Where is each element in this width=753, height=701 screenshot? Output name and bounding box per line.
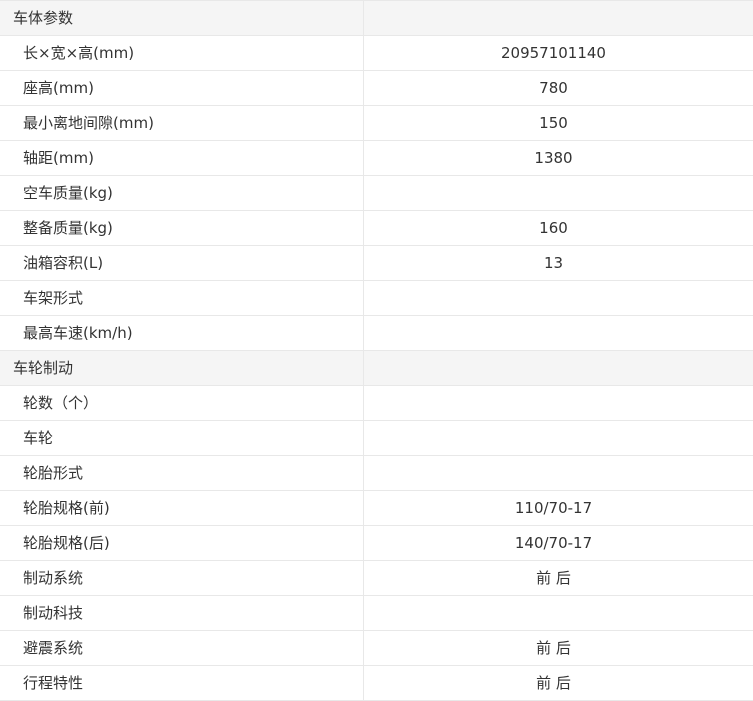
spec-value: 13 [543, 254, 564, 272]
table-row: 行程特性 前 后 [0, 666, 753, 701]
spec-value: 20957101140 [501, 44, 606, 62]
spec-value: 150 [539, 114, 568, 132]
section-title: 车轮制动 [0, 351, 364, 385]
spec-label: 最小离地间隙(mm) [0, 106, 364, 140]
spec-value: 140/70-17 [514, 534, 593, 552]
spec-label: 最高车速(km/h) [0, 316, 364, 350]
spec-label: 轮胎规格(后) [0, 526, 364, 560]
spec-label: 油箱容积(L) [0, 246, 364, 280]
spec-label: 轴距(mm) [0, 141, 364, 175]
section-value [364, 1, 753, 35]
table-row: 整备质量(kg) 160 [0, 211, 753, 246]
table-row: 座高(mm) 780 [0, 71, 753, 106]
spec-label: 座高(mm) [0, 71, 364, 105]
table-row: 车架形式 [0, 281, 753, 316]
section-header: 车体参数 [0, 1, 753, 36]
spec-label: 轮数（个） [0, 386, 364, 420]
spec-table: 车体参数 长×宽×高(mm) 20957101140 座高(mm) 780 最小… [0, 0, 753, 701]
table-row: 轮胎规格(前) 110/70-17 [0, 491, 753, 526]
spec-value: 160 [539, 219, 568, 237]
table-row: 轮胎形式 [0, 456, 753, 491]
spec-value: 110/70-17 [514, 499, 593, 517]
spec-label: 空车质量(kg) [0, 176, 364, 210]
spec-label: 制动系统 [0, 561, 364, 595]
table-row: 避震系统 前 后 [0, 631, 753, 666]
spec-label: 行程特性 [0, 666, 364, 700]
table-row: 制动系统 前 后 [0, 561, 753, 596]
spec-label: 制动科技 [0, 596, 364, 630]
spec-label: 整备质量(kg) [0, 211, 364, 245]
table-row: 长×宽×高(mm) 20957101140 [0, 36, 753, 71]
spec-label: 长×宽×高(mm) [0, 36, 364, 70]
spec-label: 避震系统 [0, 631, 364, 665]
table-row: 最小离地间隙(mm) 150 [0, 106, 753, 141]
table-row: 空车质量(kg) [0, 176, 753, 211]
spec-value: 前 后 [536, 569, 571, 587]
spec-value [364, 316, 753, 350]
table-row: 轮数（个） [0, 386, 753, 421]
spec-value [364, 421, 753, 455]
table-row: 轴距(mm) 1380 [0, 141, 753, 176]
table-row: 油箱容积(L) 13 [0, 246, 753, 281]
spec-label: 轮胎规格(前) [0, 491, 364, 525]
spec-value: 780 [539, 79, 568, 97]
spec-value [364, 386, 753, 420]
table-row: 轮胎规格(后) 140/70-17 [0, 526, 753, 561]
spec-value: 1380 [534, 149, 573, 167]
spec-label: 轮胎形式 [0, 456, 364, 490]
spec-label: 车轮 [0, 421, 364, 455]
spec-value: 前 后 [536, 674, 571, 692]
section-header: 车轮制动 [0, 351, 753, 386]
spec-label: 车架形式 [0, 281, 364, 315]
spec-value [364, 176, 753, 210]
table-row: 制动科技 [0, 596, 753, 631]
section-value [364, 351, 753, 385]
section-title: 车体参数 [0, 1, 364, 35]
spec-value [364, 281, 753, 315]
spec-value [364, 596, 753, 630]
table-row: 车轮 [0, 421, 753, 456]
spec-value: 前 后 [536, 639, 571, 657]
spec-value [364, 456, 753, 490]
table-row: 最高车速(km/h) [0, 316, 753, 351]
